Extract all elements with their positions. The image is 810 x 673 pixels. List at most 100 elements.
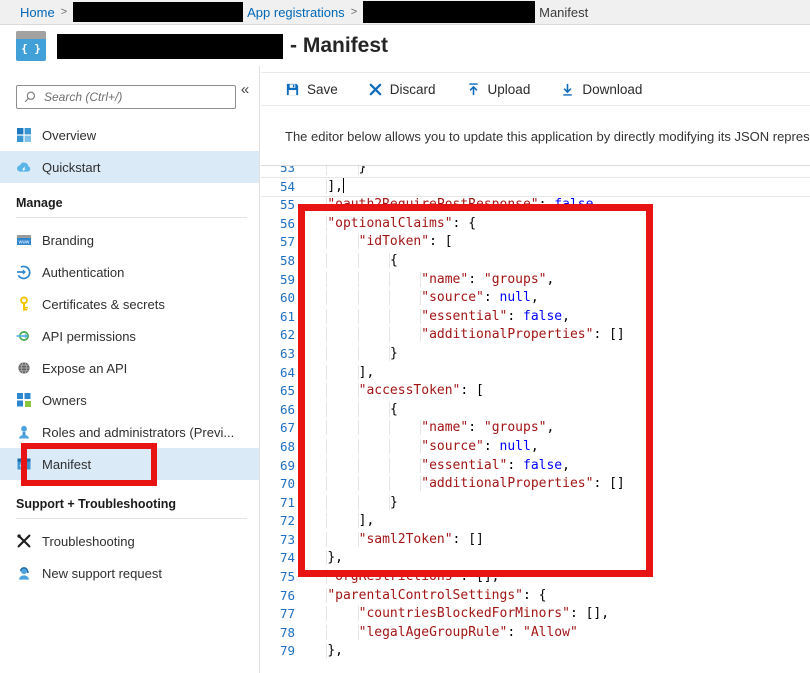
line-number: 69 <box>261 457 296 476</box>
code-line[interactable]: 65 "accessToken": [ <box>261 382 810 401</box>
quickstart-cloud-icon <box>16 159 33 176</box>
sidebar-item-authentication[interactable]: Authentication <box>0 256 259 288</box>
download-button[interactable]: Download <box>560 82 642 97</box>
owners-icon <box>16 392 33 409</box>
line-number: 65 <box>261 382 296 401</box>
discard-x-icon <box>368 82 383 97</box>
sidebar-item-label: Troubleshooting <box>42 534 135 549</box>
expose-api-globe-icon <box>16 360 33 377</box>
code-line[interactable]: 54 ], <box>261 178 810 197</box>
sidebar-item-roles-administrators[interactable]: Roles and administrators (Previ... <box>0 416 259 448</box>
sidebar: « Overview Quickstart Manage www Brandin… <box>0 66 260 673</box>
line-number: 78 <box>261 624 296 643</box>
code-line[interactable]: 72 ], <box>261 512 810 531</box>
line-number: 72 <box>261 512 296 531</box>
editor-description: The editor below allows you to update th… <box>285 129 810 147</box>
upload-label: Upload <box>488 82 531 97</box>
line-number: 66 <box>261 401 296 420</box>
redacted-app-title <box>57 34 283 59</box>
sidebar-item-overview[interactable]: Overview <box>0 119 259 151</box>
code-line[interactable]: 56 "optionalClaims": { <box>261 215 810 234</box>
code-line[interactable]: 59 "name": "groups", <box>261 271 810 290</box>
sidebar-section-manage: Manage <box>0 196 259 210</box>
line-number: 61 <box>261 308 296 327</box>
key-icon <box>16 296 33 313</box>
code-line[interactable]: 67 "name": "groups", <box>261 419 810 438</box>
code-line[interactable]: 61 "essential": false, <box>261 308 810 327</box>
code-line[interactable]: 64 ], <box>261 364 810 383</box>
line-number: 67 <box>261 419 296 438</box>
sidebar-item-manifest[interactable]: {} Manifest <box>0 448 259 480</box>
sidebar-item-owners[interactable]: Owners <box>0 384 259 416</box>
sidebar-item-label: Authentication <box>42 265 124 280</box>
line-number: 68 <box>261 438 296 457</box>
sidebar-item-label: Branding <box>42 233 94 248</box>
code-line[interactable]: 76 "parentalControlSettings": { <box>261 587 810 606</box>
code-line[interactable]: 55 "oauth2RequirePostResponse": false, <box>261 196 810 215</box>
sidebar-item-label: Roles and administrators (Previ... <box>42 425 234 440</box>
sidebar-item-certificates-secrets[interactable]: Certificates & secrets <box>0 288 259 320</box>
divider <box>16 518 247 519</box>
code-line[interactable]: 70 "additionalProperties": [] <box>261 475 810 494</box>
code-line[interactable]: 57 "idToken": [ <box>261 233 810 252</box>
breadcrumb-current: Manifest <box>539 5 588 20</box>
sidebar-item-label: New support request <box>42 566 162 581</box>
branding-icon: www <box>16 232 33 249</box>
app-manifest-icon: { } <box>16 31 46 61</box>
tools-icon <box>16 533 33 550</box>
code-line[interactable]: 74 }, <box>261 549 810 568</box>
code-line[interactable]: 79 }, <box>261 642 810 661</box>
sidebar-item-label: Overview <box>42 128 96 143</box>
sidebar-item-quickstart[interactable]: Quickstart <box>0 151 259 183</box>
app-icon-titlebar <box>16 31 46 39</box>
line-number: 73 <box>261 531 296 550</box>
code-line[interactable]: 60 "source": null, <box>261 289 810 308</box>
breadcrumb-separator: > <box>351 6 357 18</box>
line-number: 64 <box>261 364 296 383</box>
sidebar-item-label: Owners <box>42 393 87 408</box>
code-line[interactable]: 63 } <box>261 345 810 364</box>
authentication-icon <box>16 264 33 281</box>
sidebar-item-api-permissions[interactable]: API permissions <box>0 320 259 352</box>
upload-icon <box>466 82 481 97</box>
manifest-icon: {} <box>16 456 33 473</box>
code-line[interactable]: 53 } <box>261 165 810 178</box>
code-line[interactable]: 78 "legalAgeGroupRule": "Allow" <box>261 624 810 643</box>
sidebar-collapse-chevrons-icon[interactable]: « <box>237 81 253 98</box>
code-line[interactable]: 73 "saml2Token": [] <box>261 531 810 550</box>
line-number: 53 <box>261 165 296 178</box>
code-lines: 53 }54 ],55 "oauth2RequirePostResponse":… <box>261 165 810 661</box>
code-line[interactable]: 66 { <box>261 401 810 420</box>
sidebar-item-branding[interactable]: www Branding <box>0 224 259 256</box>
page-header: { } - Manifest <box>0 26 810 66</box>
code-line[interactable]: 58 { <box>261 252 810 271</box>
code-line[interactable]: 69 "essential": false, <box>261 457 810 476</box>
code-line[interactable]: 77 "countriesBlockedForMinors": [], <box>261 605 810 624</box>
line-number: 77 <box>261 605 296 624</box>
line-number: 55 <box>261 196 296 215</box>
divider <box>16 217 247 218</box>
line-number: 60 <box>261 289 296 308</box>
line-number: 76 <box>261 587 296 606</box>
command-bar: Save Discard Upload Download <box>261 72 810 106</box>
line-number: 74 <box>261 549 296 568</box>
sidebar-item-troubleshooting[interactable]: Troubleshooting <box>0 525 259 557</box>
sidebar-item-label: Quickstart <box>42 160 101 175</box>
line-number: 63 <box>261 345 296 364</box>
save-button[interactable]: Save <box>285 82 338 97</box>
code-line[interactable]: 62 "additionalProperties": [] <box>261 326 810 345</box>
code-line[interactable]: 75 "orgRestrictions": [], <box>261 568 810 587</box>
sidebar-item-expose-an-api[interactable]: Expose an API <box>0 352 259 384</box>
breadcrumb-app-registrations-link[interactable]: App registrations <box>247 5 345 20</box>
discard-button[interactable]: Discard <box>368 82 436 97</box>
search-input[interactable] <box>16 85 236 109</box>
code-line[interactable]: 68 "source": null, <box>261 438 810 457</box>
upload-button[interactable]: Upload <box>466 82 531 97</box>
json-manifest-editor[interactable]: 53 }54 ],55 "oauth2RequirePostResponse":… <box>261 165 810 673</box>
code-line[interactable]: 71 } <box>261 494 810 513</box>
save-label: Save <box>307 82 338 97</box>
breadcrumb-home-link[interactable]: Home <box>20 5 55 20</box>
sidebar-item-label: Certificates & secrets <box>42 297 165 312</box>
sidebar-item-new-support-request[interactable]: New support request <box>0 557 259 589</box>
redacted-directory-name <box>73 2 243 22</box>
